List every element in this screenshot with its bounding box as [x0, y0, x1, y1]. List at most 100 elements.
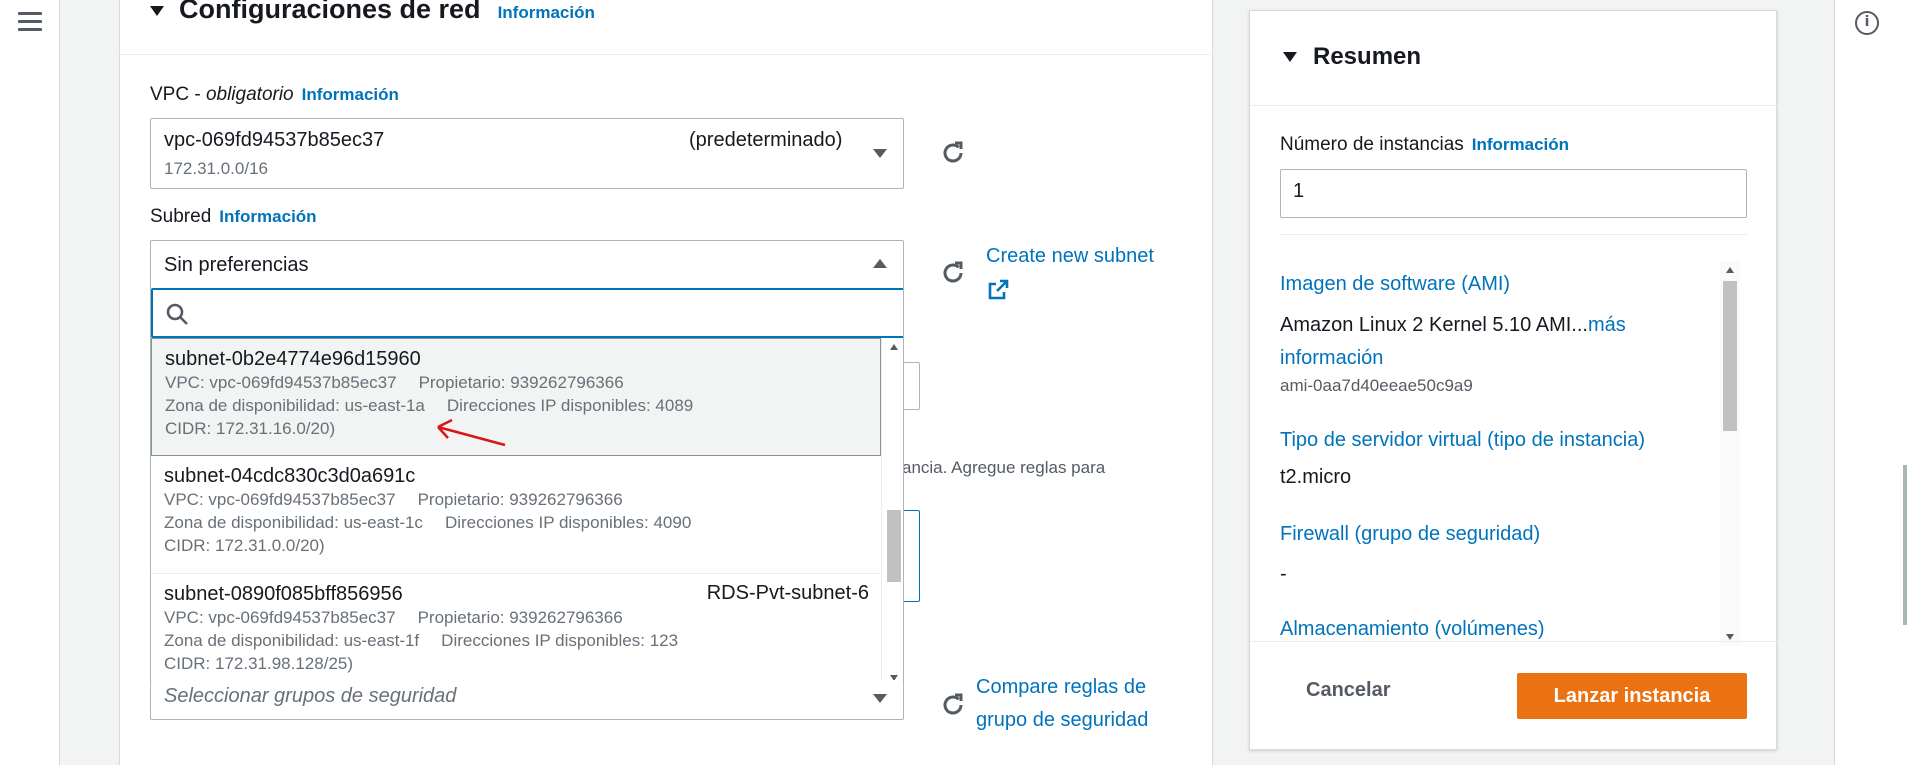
instance-type-link[interactable]: Tipo de servidor virtual (tipo de instan… [1280, 429, 1645, 452]
subnet-vpc: VPC: vpc-069fd94537b85ec37 [165, 373, 397, 392]
divider [1250, 641, 1778, 642]
vpc-select[interactable]: vpc-069fd94537b85ec37 (predeterminado) 1… [150, 118, 904, 189]
info-icon[interactable]: i [1855, 11, 1879, 35]
divider [1250, 105, 1778, 106]
vpc-label-text: VPC - [150, 84, 206, 105]
ami-more-info-link[interactable]: más [1588, 314, 1626, 336]
subnet-meta: Zona de disponibilidad: us-east-1f Direcc… [164, 629, 881, 652]
subnet-vpc: VPC: vpc-069fd94537b85ec37 [164, 490, 396, 509]
subnet-owner: Propietario: 939262796366 [417, 490, 623, 509]
vpc-cidr: 172.31.0.0/16 [164, 159, 268, 178]
scrollbar-thumb[interactable] [887, 510, 901, 582]
annotation-arrow-icon [437, 418, 506, 447]
instances-label: Número de instancias Información [1280, 134, 1569, 156]
subnet-name-tag: RDS-Pvt-subnet-6 [706, 582, 869, 604]
ec2-launch-page: Configuraciones de red Información VPC -… [0, 0, 1907, 765]
summary-title: Resumen [1313, 43, 1422, 70]
external-link-icon [988, 279, 1009, 300]
summary-header[interactable]: Resumen [1283, 43, 1421, 71]
security-group-select[interactable]: Seleccionar grupos de seguridad [150, 680, 904, 720]
subnet-label: Subred Información [150, 206, 317, 228]
subnet-option[interactable]: subnet-0890f085bff856956 RDS-Pvt-subnet-… [151, 574, 881, 686]
summary-scrollbar[interactable] [1720, 261, 1740, 646]
subnet-meta: VPC: vpc-069fd94537b85ec37 Propietario: 9… [165, 371, 880, 394]
scroll-up-arrow-icon[interactable] [890, 344, 898, 350]
cancel-button[interactable]: Cancelar [1296, 673, 1401, 708]
subnet-ips: Direcciones IP disponibles: 123 [441, 631, 679, 650]
create-subnet-link[interactable]: Create new subnet [986, 240, 1154, 306]
subnet-dropdown: subnet-0b2e4774e96d15960 VPC: vpc-069fd9… [150, 288, 904, 687]
subnet-option[interactable]: subnet-0b2e4774e96d15960 VPC: vpc-069fd9… [151, 338, 881, 456]
storage-link[interactable]: Almacenamiento (volúmenes) [1280, 618, 1545, 641]
vpc-info-link[interactable]: Información [302, 85, 399, 104]
refresh-vpc-icon[interactable] [940, 140, 966, 166]
subnet-meta: VPC: vpc-069fd94537b85ec37 Propietario: 9… [164, 606, 881, 629]
subnet-option[interactable]: subnet-04cdc830c3d0a691c VPC: vpc-069fd9… [151, 456, 881, 574]
left-nav-rail [0, 0, 60, 765]
subnet-value: Sin preferencias [164, 254, 309, 276]
security-group-placeholder: Seleccionar grupos de seguridad [164, 685, 457, 707]
ami-more-info-link[interactable]: información [1280, 347, 1383, 369]
chevron-up-icon [873, 259, 887, 268]
subnet-owner: Propietario: 939262796366 [418, 373, 624, 392]
vpc-required-text: obligatorio [205, 84, 294, 105]
subnet-az: Zona de disponibilidad: us-east-1c [164, 513, 423, 532]
vpc-default-tag: (predeterminado) [689, 129, 843, 151]
subnet-label-text: Subred [150, 206, 212, 227]
collapse-triangle-icon[interactable] [1283, 52, 1297, 62]
summary-card: Resumen Número de instancias Información … [1249, 10, 1778, 750]
subnet-search-input[interactable] [201, 298, 881, 328]
ami-id: ami-0aa7d40eeae50c9a9 [1280, 376, 1473, 395]
subnet-meta: Zona de disponibilidad: us-east-1a Direcc… [165, 394, 880, 417]
summary-scroll-area: Imagen de software (AMI) Amazon Linux 2 … [1280, 261, 1725, 646]
network-settings-header[interactable]: Configuraciones de red Información [150, 0, 595, 25]
divider [1280, 234, 1747, 235]
chevron-down-icon [873, 694, 887, 703]
compare-rules-line-1: Compare reglas de [976, 676, 1147, 698]
page-scrollbar-thumb[interactable] [1903, 465, 1907, 625]
section-divider [119, 54, 1213, 55]
subnet-vpc: VPC: vpc-069fd94537b85ec37 [164, 608, 396, 627]
subnet-meta: VPC: vpc-069fd94537b85ec37 Propietario: 9… [164, 488, 881, 511]
ami-value-text: Amazon Linux 2 Kernel 5.10 AMI... [1280, 314, 1588, 336]
compare-rules-link[interactable]: Compare reglas de grupo de seguridad [976, 671, 1148, 737]
instances-info-link[interactable]: Información [1472, 135, 1569, 154]
subnet-search-box[interactable] [151, 288, 903, 338]
menu-icon[interactable] [18, 12, 42, 34]
chevron-down-icon [873, 149, 887, 158]
refresh-subnet-icon[interactable] [940, 260, 966, 286]
subnet-options-list: subnet-0b2e4774e96d15960 VPC: vpc-069fd9… [151, 338, 881, 686]
scroll-up-arrow-icon[interactable] [1726, 267, 1734, 273]
section-title: Configuraciones de red [179, 0, 481, 24]
firewall-link[interactable]: Firewall (grupo de seguridad) [1280, 523, 1540, 546]
vpc-value: vpc-069fd94537b85ec37 [164, 129, 385, 151]
info-link[interactable]: Información [498, 3, 595, 23]
subnet-az: Zona de disponibilidad: us-east-1f [164, 631, 420, 650]
create-subnet-text: Create new subnet [986, 245, 1154, 267]
subnet-meta: Zona de disponibilidad: us-east-1c Direcc… [164, 511, 881, 534]
subnet-select[interactable]: Sin preferencias [150, 240, 904, 290]
instances-count-input[interactable]: 1 [1280, 169, 1747, 218]
subnet-cidr: CIDR: 172.31.0.0/20) [164, 536, 325, 555]
search-icon [166, 303, 188, 325]
refresh-security-group-icon[interactable] [940, 692, 966, 718]
scrollbar-thumb[interactable] [1723, 281, 1737, 431]
dropdown-scrollbar[interactable] [881, 338, 903, 686]
collapse-triangle-icon[interactable] [150, 6, 164, 16]
subnet-ips: Direcciones IP disponibles: 4089 [446, 396, 694, 415]
ami-link[interactable]: Imagen de software (AMI) [1280, 273, 1510, 296]
right-tools-rail: i [1834, 0, 1907, 765]
vpc-label: VPC - obligatorio Información [150, 84, 399, 106]
subnet-id: subnet-04cdc830c3d0a691c [164, 465, 416, 487]
ami-value: Amazon Linux 2 Kernel 5.10 AMI...más inf… [1280, 309, 1720, 375]
subnet-info-link[interactable]: Información [219, 207, 316, 226]
scroll-down-arrow-icon[interactable] [1726, 634, 1734, 640]
subnet-cidr: CIDR: 172.31.98.128/25) [164, 654, 354, 673]
launch-instance-button[interactable]: Lanzar instancia [1517, 673, 1747, 719]
compare-rules-line-2: grupo de seguridad [976, 709, 1149, 731]
firewall-value: - [1280, 563, 1287, 585]
instance-type-value: t2.micro [1280, 466, 1352, 488]
instances-label-text: Número de instancias [1280, 134, 1464, 155]
subnet-cidr: CIDR: 172.31.16.0/20) [165, 419, 336, 438]
subnet-az: Zona de disponibilidad: us-east-1a [165, 396, 425, 415]
